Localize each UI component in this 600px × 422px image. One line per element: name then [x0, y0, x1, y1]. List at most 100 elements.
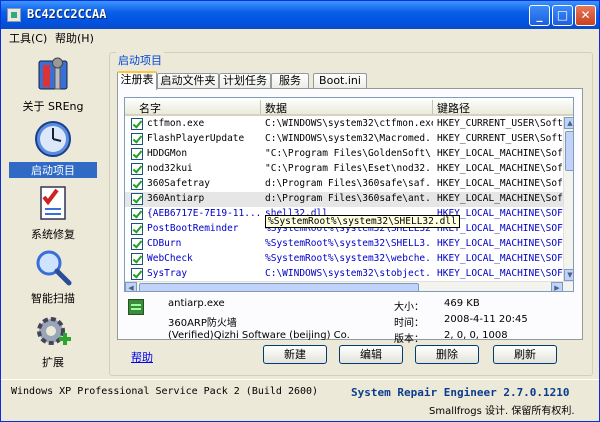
tab-services[interactable]: 服务: [271, 73, 309, 89]
list-header: 名字 数据 键路径: [125, 98, 573, 116]
delete-button[interactable]: 删除: [415, 345, 479, 364]
nav-item-startup[interactable]: 启动项目: [9, 117, 97, 179]
cell-data: "C:\Program Files\GoldenSoft\...: [265, 148, 433, 159]
window-title: BC42CC2CCAA: [27, 7, 107, 21]
tab-startup-folder[interactable]: 启动文件夹: [157, 73, 219, 89]
cell-key: HKEY_LOCAL_MACHINE\SOFT: [437, 268, 563, 279]
minimize-button[interactable]: _: [529, 5, 550, 26]
cell-name: 360Antiarp: [147, 193, 205, 204]
cell-data: d:\Program Files\360safe\saf...: [265, 178, 433, 189]
menu-help[interactable]: 帮助(H): [55, 30, 94, 46]
cell-data: %SystemRoot%\system32\webche...: [265, 253, 433, 264]
gear-plus-icon: [37, 317, 71, 345]
cell-name: ctfmon.exe: [147, 118, 205, 129]
row-checkbox[interactable]: [131, 223, 143, 235]
help-link[interactable]: 帮助: [131, 349, 153, 365]
size-label: 大小：: [394, 302, 424, 313]
cell-name: 360Safetray: [147, 178, 210, 189]
tab-scheduled-tasks[interactable]: 计划任务: [219, 73, 271, 89]
cell-key: HKEY_CURRENT_USER\Soft: [437, 118, 563, 129]
cell-name: PostBootReminder: [147, 223, 239, 234]
table-row[interactable]: WebCheck %SystemRoot%\system32\webche... H…: [125, 252, 563, 267]
menu-tools[interactable]: 工具(C): [9, 30, 47, 46]
tab-boot-ini[interactable]: Boot.ini: [313, 73, 367, 89]
row-checkbox[interactable]: [131, 268, 143, 280]
nav-item-repair[interactable]: 系统修复: [9, 181, 97, 243]
time-label: 时间：: [394, 318, 424, 329]
column-key[interactable]: 键路径: [433, 100, 573, 115]
table-row[interactable]: ctfmon.exe C:\WINDOWS\system32\ctfmon.exe…: [125, 117, 563, 132]
app-window: BC42CC2CCAA _ □ ✕ 工具(C) 帮助(H) 关于 SREng 启…: [0, 0, 600, 422]
cell-data: %SystemRoot%\system32\SHELL3...: [265, 238, 433, 249]
cell-key: HKEY_LOCAL_MACHINE\SOFT: [437, 238, 563, 249]
menu-bar: 工具(C) 帮助(H): [1, 29, 599, 47]
horizontal-scrollbar[interactable]: ◀ ▶: [125, 281, 573, 291]
cell-name: {AEB6717E-7E19-11...: [147, 208, 261, 219]
cell-data: d:\Program Files\360safe\ant...: [265, 193, 433, 204]
cell-data: C:\WINDOWS\system32\Macromed...: [265, 133, 433, 144]
table-row[interactable]: 360Antiarp d:\Program Files\360safe\ant..…: [125, 192, 563, 207]
checklist-icon: [40, 186, 66, 220]
cell-data: "C:\Program Files\Eset\nod32...: [265, 163, 433, 174]
cell-name: HDDGMon: [147, 148, 188, 159]
edit-button[interactable]: 编辑: [339, 345, 403, 364]
column-data[interactable]: 数据: [261, 100, 433, 115]
firewall-icon: [128, 299, 144, 315]
scroll-left-arrow[interactable]: ◀: [125, 282, 137, 291]
startup-list[interactable]: 名字 数据 键路径 ctfmon.exe C:\WINDOWS\system32\…: [124, 97, 574, 292]
row-checkbox[interactable]: [131, 208, 143, 220]
time-value: 2008-4-11 20:45: [444, 314, 528, 325]
row-checkbox[interactable]: [131, 238, 143, 250]
table-row[interactable]: FlashPlayerUpdate C:\WINDOWS\system32\Mac…: [125, 132, 563, 147]
nav-label-about: 关于 SREng: [22, 100, 84, 113]
nav-item-scan[interactable]: 智能扫描: [9, 245, 97, 307]
item-details: antiarp.exe 360ARP防火墙 (Verified)Qizhi So…: [124, 295, 574, 345]
row-checkbox[interactable]: [131, 118, 143, 130]
clock-icon: [35, 121, 71, 157]
cell-tooltip: %SystemRoot%\system32\SHELL32.dll: [265, 215, 460, 228]
title-bar[interactable]: BC42CC2CCAA _ □ ✕: [1, 1, 599, 29]
tab-registry[interactable]: 注册表: [117, 71, 157, 90]
row-checkbox[interactable]: [131, 178, 143, 190]
tools-icon: [38, 57, 68, 90]
row-checkbox[interactable]: [131, 253, 143, 265]
nav-item-about[interactable]: 关于 SREng: [9, 53, 97, 115]
table-row[interactable]: SysTray C:\WINDOWS\system32\stobject... HK…: [125, 267, 563, 281]
cell-data: C:\WINDOWS\system32\stobject...: [265, 268, 433, 279]
horizontal-scroll-thumb[interactable]: [139, 283, 419, 291]
vertical-scrollbar[interactable]: ▲ ▼: [563, 117, 573, 281]
new-button[interactable]: 新建: [263, 345, 327, 364]
scroll-down-arrow[interactable]: ▼: [564, 269, 573, 281]
row-checkbox[interactable]: [131, 133, 143, 145]
scroll-right-arrow[interactable]: ▶: [551, 282, 563, 291]
maximize-button[interactable]: □: [552, 5, 573, 26]
row-checkbox[interactable]: [131, 148, 143, 160]
cell-data: C:\WINDOWS\system32\ctfmon.exe: [265, 118, 433, 129]
registry-panel: 名字 数据 键路径 ctfmon.exe C:\WINDOWS\system32\…: [117, 88, 583, 345]
column-name[interactable]: 名字: [125, 100, 261, 115]
detail-company: (Verified)Qizhi Software (beijing) Co.: [168, 330, 350, 341]
row-checkbox[interactable]: [131, 163, 143, 175]
close-button[interactable]: ✕: [575, 5, 596, 26]
app-icon: [7, 8, 21, 22]
cell-name: FlashPlayerUpdate: [147, 133, 245, 144]
vertical-scroll-thumb[interactable]: [565, 131, 573, 171]
refresh-button[interactable]: 刷新: [493, 345, 557, 364]
product-version: System Repair Engineer 2.7.0.1210: [351, 386, 570, 399]
magnifier-icon: [36, 250, 72, 286]
detail-description: 360ARP防火墙: [168, 318, 237, 329]
scroll-up-arrow[interactable]: ▲: [564, 117, 573, 129]
list-rows: ctfmon.exe C:\WINDOWS\system32\ctfmon.exe…: [125, 117, 563, 281]
row-checkbox[interactable]: [131, 193, 143, 205]
detail-file-name: antiarp.exe: [168, 298, 225, 309]
cell-name: SysTray: [147, 268, 188, 279]
table-row[interactable]: 360Safetray d:\Program Files\360safe\saf.…: [125, 177, 563, 192]
table-row[interactable]: CDBurn %SystemRoot%\system32\SHELL3... HKE…: [125, 237, 563, 252]
left-nav: 关于 SREng 启动项目 系统修复 智能扫描 扩展: [5, 49, 101, 373]
cell-name: CDBurn: [147, 238, 182, 249]
table-row[interactable]: nod32kui "C:\Program Files\Eset\nod32... H…: [125, 162, 563, 177]
nav-item-extend[interactable]: 扩展: [9, 309, 97, 371]
table-row[interactable]: HDDGMon "C:\Program Files\GoldenSoft\... H…: [125, 147, 563, 162]
nav-label-repair: 系统修复: [31, 228, 75, 241]
version-value: 2, 0, 0, 1008: [444, 330, 508, 341]
